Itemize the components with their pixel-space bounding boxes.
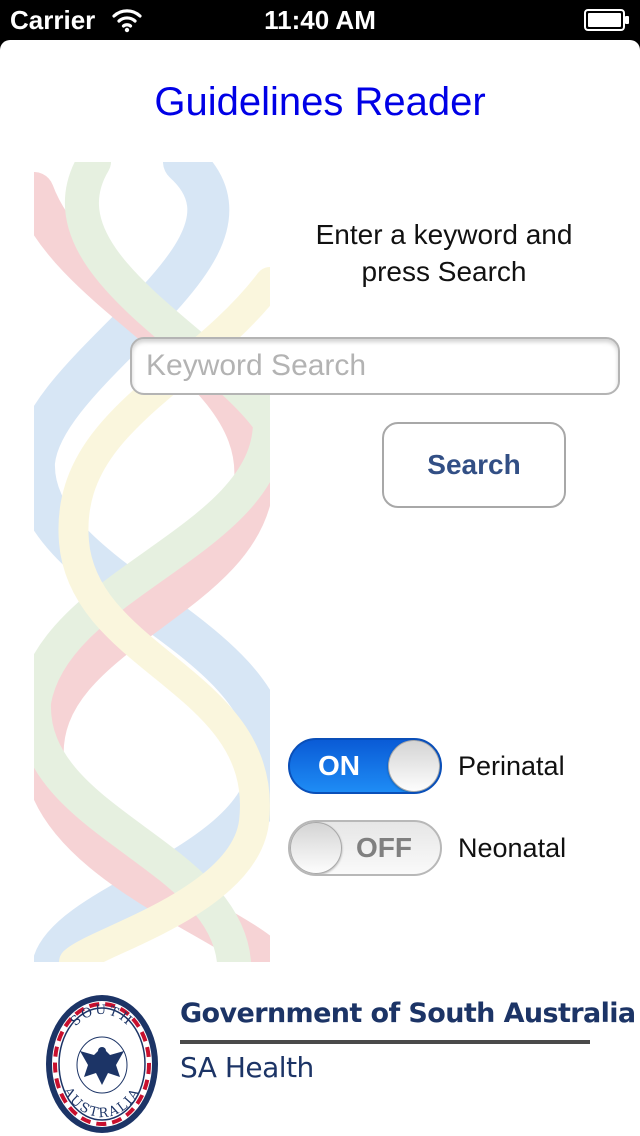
search-button[interactable]: Search [382,422,566,508]
toggle-knob [388,740,440,792]
search-instructions: Enter a keyword and press Search [315,219,573,287]
app-title: Guidelines Reader [154,80,486,124]
keyword-search-input[interactable] [130,337,620,395]
government-name: Government of South Australia [180,998,636,1029]
piping-shrike-crest-icon: SOUTH AUSTRALIA [46,995,158,1133]
department-name: SA Health [180,1051,314,1084]
neonatal-label: Neonatal [458,833,567,863]
dna-helix-icon [34,162,270,962]
toggle-state-text: ON [318,750,360,781]
neonatal-toggle[interactable]: OFF [288,820,442,876]
perinatal-toggle[interactable]: ON [288,738,442,794]
toggle-knob [290,822,342,874]
battery-icon [584,9,629,31]
perinatal-label: Perinatal [458,751,565,781]
divider [180,1040,590,1044]
app-screen: Guidelines Reader Enter a keyword and pr… [0,40,640,1136]
clock: 11:40 AM [264,5,376,35]
status-bar: Carrier 11:40 AM [0,0,640,40]
toggle-state-text: OFF [356,832,412,863]
